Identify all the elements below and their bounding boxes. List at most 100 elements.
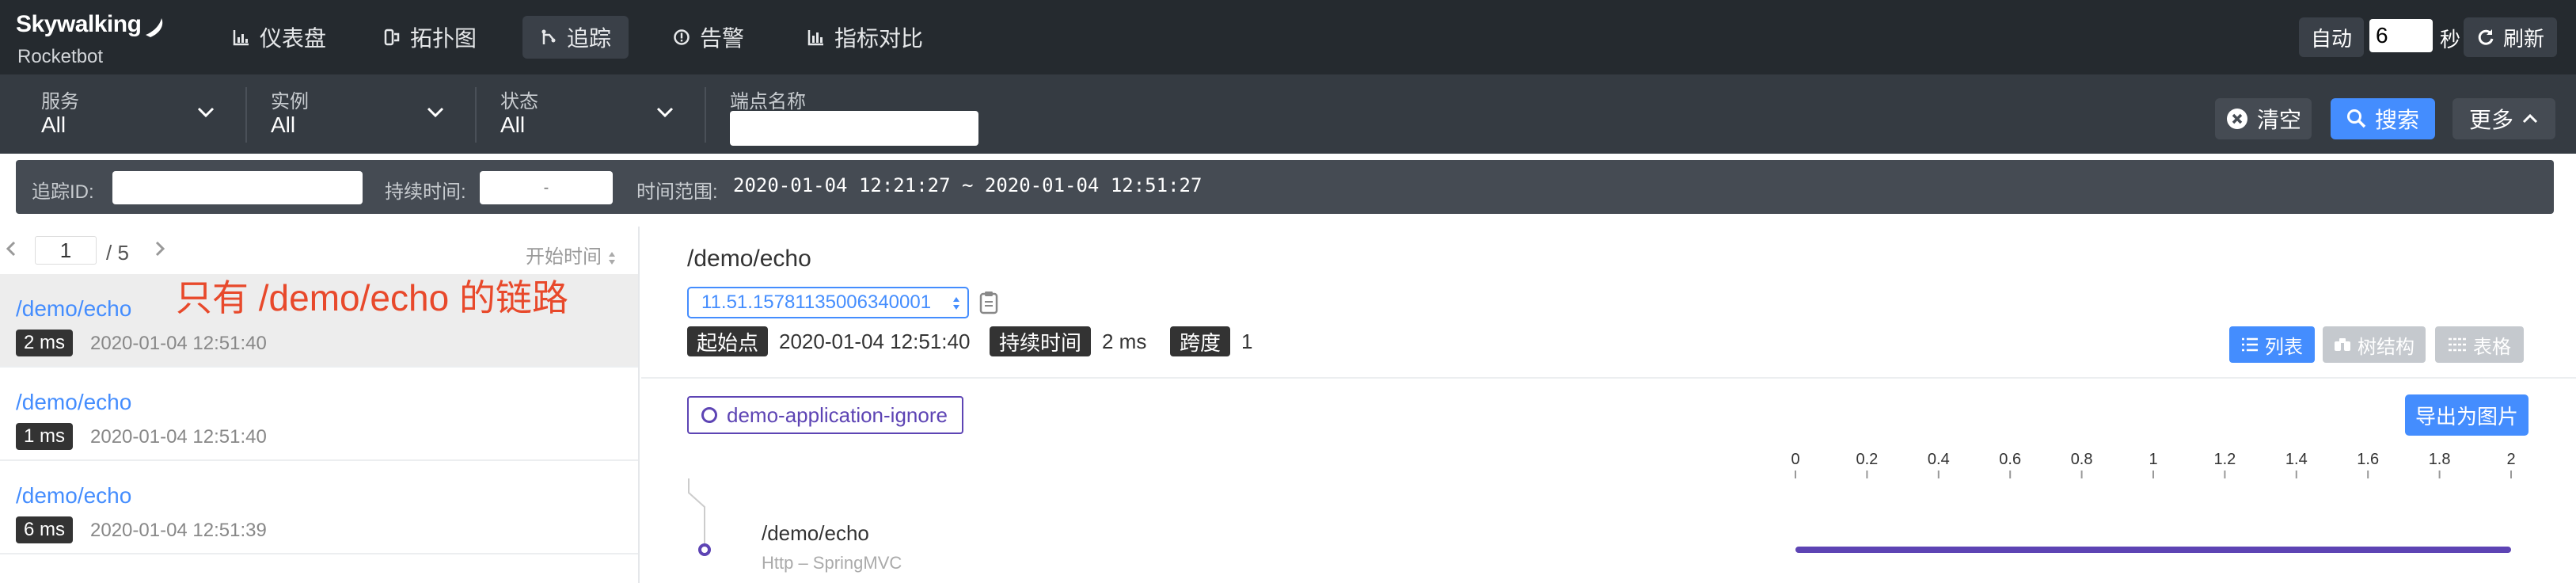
top-nav: Skywalking Rocketbot 仪表盘 拓扑图 追踪 告警 指标对比 … — [0, 0, 2576, 74]
nav-trace[interactable]: 追踪 — [522, 16, 629, 59]
duration-value: 2 ms — [1102, 330, 1147, 353]
instance-filter-label: 实例 — [271, 91, 309, 112]
sort-selector[interactable]: 开始时间 — [526, 241, 617, 269]
export-image-button[interactable]: 导出为图片 — [2405, 394, 2529, 436]
span-component: Http – SpringMVC — [762, 553, 902, 573]
view-tree-label: 树结构 — [2358, 336, 2415, 358]
chevron-down-icon — [656, 107, 674, 118]
trace-timestamp: 2020-01-04 12:51:40 — [90, 333, 267, 354]
refresh-label: 刷新 — [2502, 26, 2544, 51]
clear-icon — [2226, 109, 2247, 129]
nav-alarm[interactable]: 告警 — [655, 16, 762, 59]
time-range-label: 时间范围: — [636, 181, 718, 203]
list-icon — [2242, 337, 2258, 352]
logo-title: Skywalking — [16, 11, 142, 37]
status-filter-label: 状态 — [500, 91, 538, 112]
axis-tick-label: 0.2 — [1856, 451, 1878, 468]
chevron-down-icon — [427, 107, 444, 118]
search-label: 搜索 — [2374, 108, 2419, 132]
chevron-up-icon — [2522, 113, 2538, 124]
trace-list-item[interactable]: /demo/echo 6 ms 2020-01-04 12:51:39 — [0, 461, 638, 554]
auto-refresh-toggle[interactable]: 自动 — [2299, 17, 2364, 57]
trace-endpoint: /demo/echo — [16, 296, 132, 321]
axis-tick-label: 1.4 — [2285, 451, 2308, 468]
time-range-value[interactable]: 2020-01-04 12:21:27 ~ 2020-01-04 12:51:2… — [733, 174, 1202, 196]
service-filter[interactable]: 服务 All — [41, 86, 215, 143]
service-name: demo-application-ignore — [727, 402, 948, 427]
filter-bar: 服务 All 实例 All 状态 All 端点名称 — [0, 74, 2576, 154]
filter-divider — [705, 87, 706, 143]
axis-tick-label: 1 — [2149, 451, 2157, 468]
axis-tick-label: 0.6 — [1999, 451, 2021, 468]
axis-tick-label: 0.4 — [1928, 451, 1950, 468]
span-count-value: 1 — [1241, 330, 1253, 353]
span-tree-connector — [688, 478, 711, 556]
detail-divider — [641, 377, 2576, 379]
trace-id-input[interactable] — [112, 171, 363, 204]
view-list-button[interactable]: 列表 — [2229, 326, 2315, 363]
page-input[interactable] — [35, 236, 97, 265]
pagination: / 5 开始时间 — [0, 227, 638, 274]
clear-label: 清空 — [2256, 108, 2301, 132]
refresh-button[interactable]: 刷新 — [2464, 17, 2557, 57]
nav-topology[interactable]: 拓扑图 — [366, 16, 494, 59]
instance-filter[interactable]: 实例 All — [271, 86, 445, 143]
nav-dashboard[interactable]: 仪表盘 — [215, 16, 344, 59]
service-dot-icon — [701, 407, 717, 423]
trace-id-value: 11.51.15781135006340001 — [701, 292, 932, 313]
search-icon — [2346, 109, 2366, 128]
duration-input[interactable] — [480, 171, 613, 204]
clear-button[interactable]: 清空 — [2215, 98, 2312, 139]
axis-tick-label: 1.8 — [2429, 451, 2451, 468]
instance-filter-value: All — [271, 112, 296, 137]
axis-tick-label: 1.6 — [2357, 451, 2379, 468]
start-value: 2020-01-04 12:51:40 — [779, 330, 971, 353]
span-node-icon — [698, 543, 711, 556]
advanced-filter-row: 追踪ID: 持续时间: 时间范围: 2020-01-04 12:21:27 ~ … — [16, 160, 2554, 214]
view-table-button[interactable]: 表格 — [2435, 326, 2524, 363]
refresh-interval-input[interactable] — [2369, 19, 2433, 52]
endpoint-input[interactable] — [730, 111, 978, 146]
copy-icon[interactable] — [978, 290, 999, 315]
service-tag[interactable]: demo-application-ignore — [687, 396, 963, 434]
logo: Skywalking Rocketbot — [16, 11, 166, 67]
logo-swoosh-icon — [146, 18, 163, 37]
filter-divider — [245, 87, 247, 143]
nav-comparison[interactable]: 指标对比 — [790, 16, 940, 59]
view-tree-button[interactable]: 树结构 — [2323, 326, 2426, 363]
span-duration-bar[interactable] — [1795, 547, 2511, 553]
logo-subtitle: Rocketbot — [17, 46, 104, 67]
duration-label: 持续时间: — [385, 181, 466, 203]
nav-alarm-label: 告警 — [700, 26, 745, 51]
trace-endpoint: /demo/echo — [16, 483, 132, 508]
duration-label-tag: 持续时间 — [990, 326, 1092, 356]
chevron-left-icon[interactable] — [5, 239, 17, 258]
view-table-label: 表格 — [2473, 336, 2511, 358]
comparison-icon — [807, 30, 823, 46]
service-filter-value: All — [41, 112, 66, 137]
nav-comparison-label: 指标对比 — [834, 26, 924, 51]
trace-id-select[interactable]: 11.51.15781135006340001 — [687, 287, 969, 318]
trace-duration-badge: 2 ms — [16, 330, 74, 356]
span-name[interactable]: /demo/echo — [762, 521, 869, 546]
search-button[interactable]: 搜索 — [2331, 98, 2435, 139]
trace-list-item[interactable]: /demo/echo 1 ms 2020-01-04 12:51:40 — [0, 368, 638, 461]
status-filter[interactable]: 状态 All — [500, 86, 674, 143]
trace-timestamp: 2020-01-04 12:51:40 — [90, 426, 267, 448]
chevron-right-icon[interactable] — [154, 239, 166, 258]
alarm-icon — [674, 29, 690, 45]
trace-icon — [541, 29, 556, 44]
filter-divider — [475, 87, 477, 143]
trace-endpoint: /demo/echo — [16, 390, 132, 414]
chevron-down-icon — [197, 107, 215, 118]
refresh-icon — [2478, 29, 2494, 45]
service-filter-label: 服务 — [41, 91, 79, 112]
nav-dashboard-label: 仪表盘 — [260, 26, 327, 51]
more-button[interactable]: 更多 — [2453, 98, 2555, 139]
select-arrows-icon — [953, 297, 959, 310]
status-filter-value: All — [500, 112, 526, 137]
axis-tick-label: 0.8 — [2071, 451, 2093, 468]
axis-tick-label: 1.2 — [2213, 451, 2236, 468]
view-list-label: 列表 — [2265, 336, 2303, 358]
annotation-text: 只有 /demo/echo 的链路 — [176, 277, 568, 318]
